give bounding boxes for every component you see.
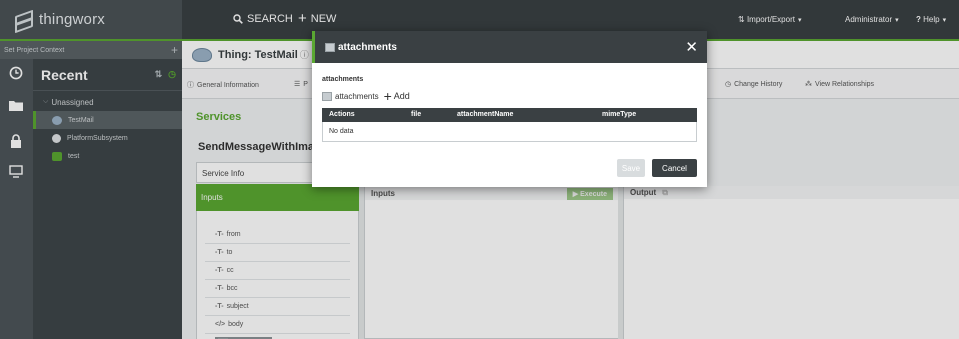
empty-table-message: No data [322, 122, 697, 142]
save-button[interactable]: Save [617, 159, 645, 177]
infotable-icon [325, 42, 335, 52]
infotable-icon [322, 91, 332, 101]
dialog-header: attachments ✕ [312, 31, 707, 63]
column-header-actions[interactable]: Actions [329, 111, 355, 118]
infotable-label: attachments [335, 91, 379, 101]
column-header-mimetype[interactable]: mimeType [602, 111, 636, 118]
table-header: Actions file attachmentName mimeType [322, 108, 697, 122]
attachments-toolbar: attachments + Add [322, 88, 410, 104]
attachments-table: Actions file attachmentName mimeType No … [322, 108, 697, 142]
dialog-title: attachments [338, 41, 397, 53]
column-header-attachmentname[interactable]: attachmentName [457, 111, 513, 118]
attachments-dialog: attachments ✕ attachments attachments + … [312, 31, 707, 187]
close-icon[interactable]: ✕ [685, 38, 698, 56]
cancel-button[interactable]: Cancel [652, 159, 697, 177]
field-label: attachments [322, 76, 364, 83]
add-label: Add [393, 91, 410, 101]
add-row-button[interactable]: + Add [383, 88, 410, 104]
plus-icon: + [383, 88, 392, 104]
column-header-file[interactable]: file [411, 111, 421, 118]
